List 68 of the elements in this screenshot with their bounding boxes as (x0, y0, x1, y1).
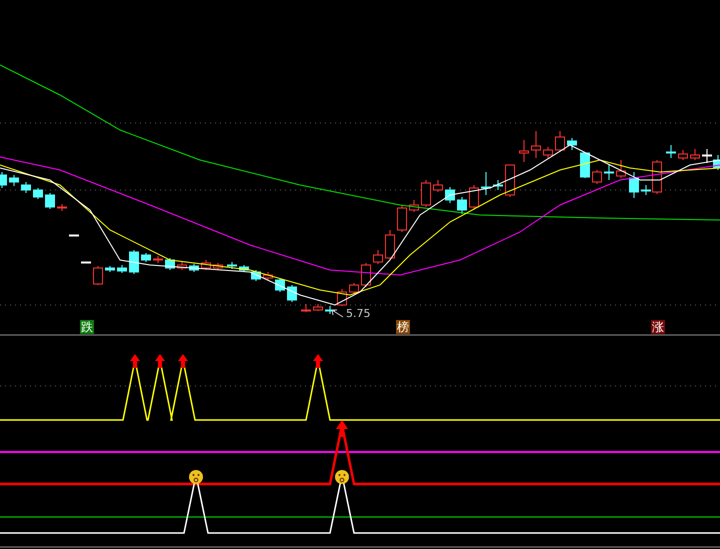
candlestick (666, 144, 676, 158)
candlestick (457, 196, 467, 214)
candlestick (690, 148, 700, 160)
candlestick (69, 234, 79, 236)
candlestick (567, 138, 577, 150)
candlestick (349, 282, 359, 294)
candlestick (45, 192, 55, 210)
candlestick (287, 284, 297, 302)
candlestick (616, 160, 626, 178)
candlestick (165, 258, 175, 270)
candlestick (385, 230, 395, 260)
candlestick (361, 262, 371, 288)
up-arrow-icon (155, 354, 165, 368)
candlestick (93, 266, 103, 286)
candlestick (189, 264, 199, 272)
candlestick (129, 250, 139, 274)
candlestick (0, 172, 7, 188)
up-arrow-icon (336, 420, 348, 437)
up-arrow-icon (178, 354, 188, 368)
candlestick (153, 256, 163, 264)
candlestick (213, 262, 223, 270)
candlestick (325, 306, 335, 314)
candlestick (81, 262, 91, 264)
candlestick (105, 266, 115, 272)
candlestick (469, 184, 479, 210)
candlestick (33, 188, 43, 200)
candlestick (604, 164, 614, 180)
up-arrow-icon (130, 354, 140, 368)
candlestick (373, 250, 383, 264)
candlestick (445, 186, 455, 204)
candlestick (519, 140, 529, 162)
candlestick (481, 172, 491, 196)
signal-tag: 跌 (80, 320, 94, 334)
candlestick (275, 278, 285, 292)
candlestick (201, 260, 211, 270)
candlestick (263, 272, 273, 280)
face-icon (335, 470, 349, 484)
candlestick (57, 204, 67, 212)
candlestick (177, 262, 187, 270)
candlestick (301, 304, 311, 312)
candlestick (21, 182, 31, 194)
up-arrow-icon (313, 354, 323, 368)
candlestick (580, 152, 590, 178)
signal-tag: 榜 (396, 320, 410, 334)
candlestick (433, 180, 443, 192)
candlestick (629, 172, 639, 198)
candlestick (409, 200, 419, 212)
face-icon (189, 470, 203, 484)
candlestick (397, 204, 407, 232)
candlestick (543, 146, 553, 158)
candlestick (592, 170, 602, 184)
candlestick (555, 130, 565, 152)
low-price-label: 5.75 (346, 307, 370, 321)
candlestick (239, 264, 249, 272)
candlestick (505, 164, 515, 198)
candlestick (251, 270, 261, 282)
candlestick (678, 150, 688, 160)
candlestick (421, 180, 431, 208)
candlestick (141, 252, 151, 262)
candlestick (227, 262, 237, 270)
candlestick (702, 148, 712, 164)
candlestick (493, 180, 503, 190)
candlestick (313, 304, 323, 312)
candlestick (117, 264, 127, 274)
candlestick (531, 130, 541, 158)
arrow-icon (332, 310, 344, 318)
candlestick (9, 174, 19, 186)
signal-tag: 涨 (651, 320, 665, 334)
